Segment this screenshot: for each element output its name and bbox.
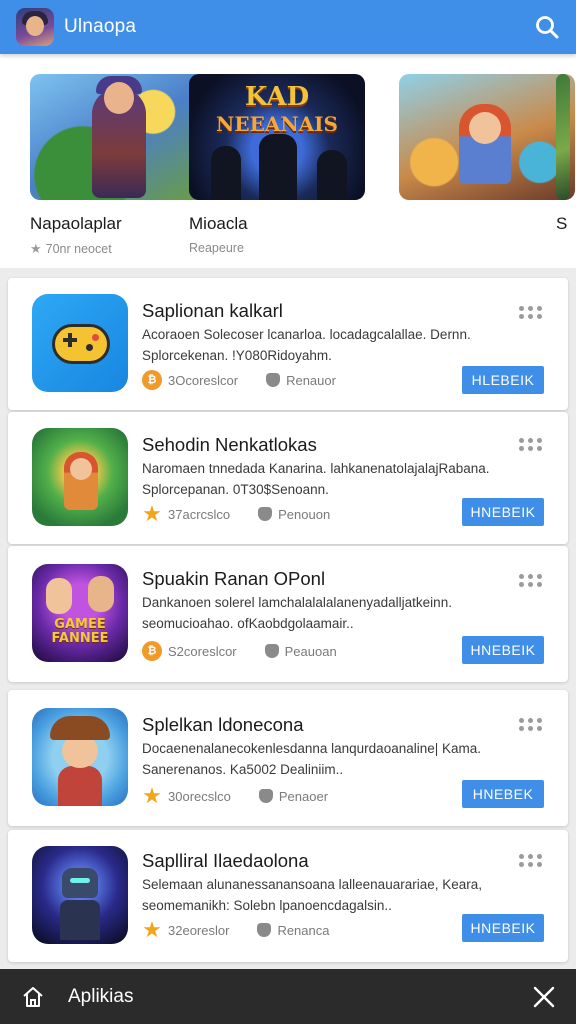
- featured-carousel[interactable]: Napaolaplar ★ 70nr neocet KAD NEEANAIS M…: [0, 54, 576, 268]
- app-title: Spuakin Ranan OPonl: [142, 568, 326, 589]
- rating-text: 3Ocoreslcor: [168, 372, 239, 388]
- rating-text: 32eoreslor: [168, 922, 230, 938]
- more-options-icon[interactable]: [519, 438, 542, 451]
- tag-text: Renauor: [286, 372, 336, 388]
- featured-card[interactable]: Napaolaplar ★ 70nr neocet: [30, 74, 206, 257]
- star-icon: ★: [142, 501, 162, 526]
- search-icon[interactable]: [532, 12, 562, 42]
- bottom-bar-label: Aplikias: [68, 985, 134, 1007]
- star-icon: ★: [142, 917, 162, 942]
- app-bar: Ulnaopa: [0, 0, 576, 54]
- featured-adventure-artwork: [399, 74, 575, 200]
- more-options-icon[interactable]: [519, 854, 542, 867]
- action-button[interactable]: HNEBEIK: [462, 498, 544, 526]
- list-item[interactable]: Saplionan kalkarl Acoraoen Solecoser lca…: [8, 278, 568, 410]
- list-item[interactable]: GAMEE FANNEE Spuakin Ranan OPonl Dankano…: [8, 546, 568, 682]
- action-button[interactable]: HLEBEIK: [462, 366, 544, 394]
- pirate-game-icon: [32, 708, 128, 806]
- artwork-title-line1: KAD: [244, 82, 310, 112]
- star-icon: ★: [30, 241, 42, 256]
- app-description: Selemaan alunanessanansoana lalleenauara…: [142, 877, 482, 913]
- app-title: Saplionan kalkarl: [142, 300, 283, 321]
- app-description: Acoraoen Solecoser lcanarloa. locadagcal…: [142, 327, 471, 363]
- bottom-bar: Aplikias: [0, 969, 576, 1024]
- featured-name: Napaolaplar: [30, 214, 122, 233]
- coin-icon: ₿: [142, 641, 162, 661]
- action-button[interactable]: HNEBEIK: [462, 636, 544, 664]
- gamepad-icon: [32, 294, 128, 392]
- app-description: Docaenenalanecokenlesdanna lanqurdaoanal…: [142, 741, 482, 777]
- app-logo-icon[interactable]: [16, 8, 54, 46]
- featured-game-artwork: KAD NEEANAIS: [189, 74, 365, 200]
- icon-title-text: GAMEE FANNEE: [51, 617, 109, 646]
- app-title: Sehodin Nenkatlokas: [142, 434, 317, 455]
- tag-text: Penouon: [278, 506, 331, 522]
- heroes-game-icon: [32, 428, 128, 526]
- tag-text: Peauoan: [284, 643, 337, 659]
- robot-game-icon: [32, 846, 128, 944]
- app-title: Ulnaopa: [64, 16, 137, 37]
- more-options-icon[interactable]: [519, 306, 542, 319]
- rating-text: 30orecslco: [168, 788, 231, 804]
- close-icon[interactable]: [530, 983, 558, 1011]
- rating-text: 37acrcslco: [168, 506, 231, 522]
- artwork-title-line2: NEEANAIS: [216, 112, 338, 136]
- shield-icon: [257, 923, 272, 937]
- featured-card-partial[interactable]: S: [556, 74, 570, 234]
- list-item[interactable]: Sehodin Nenkatlokas Naromaen tnnedada Ka…: [8, 412, 568, 544]
- app-description: Dankanoen solerel lamchalalalalanenyadal…: [142, 595, 452, 631]
- shield-icon: [258, 789, 273, 803]
- more-options-icon[interactable]: [519, 574, 542, 587]
- rating-text: S2coreslcor: [168, 643, 237, 659]
- app-title: Splelkan ldonecona: [142, 714, 304, 735]
- party-game-icon: GAMEE FANNEE: [32, 564, 128, 662]
- shield-icon: [258, 507, 273, 521]
- featured-hero-artwork: [30, 74, 206, 200]
- tag-text: Penaoer: [278, 788, 329, 804]
- star-icon: ★: [142, 783, 162, 808]
- featured-card[interactable]: [399, 74, 575, 200]
- coin-icon: ₿: [142, 370, 162, 390]
- featured-card[interactable]: KAD NEEANAIS Mioacla Reapeure: [189, 74, 365, 255]
- shield-icon: [264, 644, 279, 658]
- app-description: Naromaen tnnedada Kanarina. lahkanenatol…: [142, 461, 490, 497]
- app-title: Saplliral Ilaedaolona: [142, 850, 309, 871]
- list-item[interactable]: Splelkan ldonecona Docaenenalanecokenles…: [8, 690, 568, 826]
- list-item[interactable]: Saplliral Ilaedaolona Selemaan alunaness…: [8, 830, 568, 962]
- action-button[interactable]: HNEBEK: [462, 780, 544, 808]
- action-button[interactable]: HNEBEIK: [462, 914, 544, 942]
- home-icon[interactable]: [20, 984, 46, 1010]
- featured-subtitle: Reapeure: [189, 241, 244, 255]
- featured-name: Mioacla: [189, 214, 248, 233]
- featured-name: S: [556, 214, 568, 233]
- tag-text: Renanca: [277, 922, 330, 938]
- more-options-icon[interactable]: [519, 718, 542, 731]
- featured-subtitle: 70nr neocet: [45, 242, 112, 256]
- shield-icon: [266, 373, 281, 387]
